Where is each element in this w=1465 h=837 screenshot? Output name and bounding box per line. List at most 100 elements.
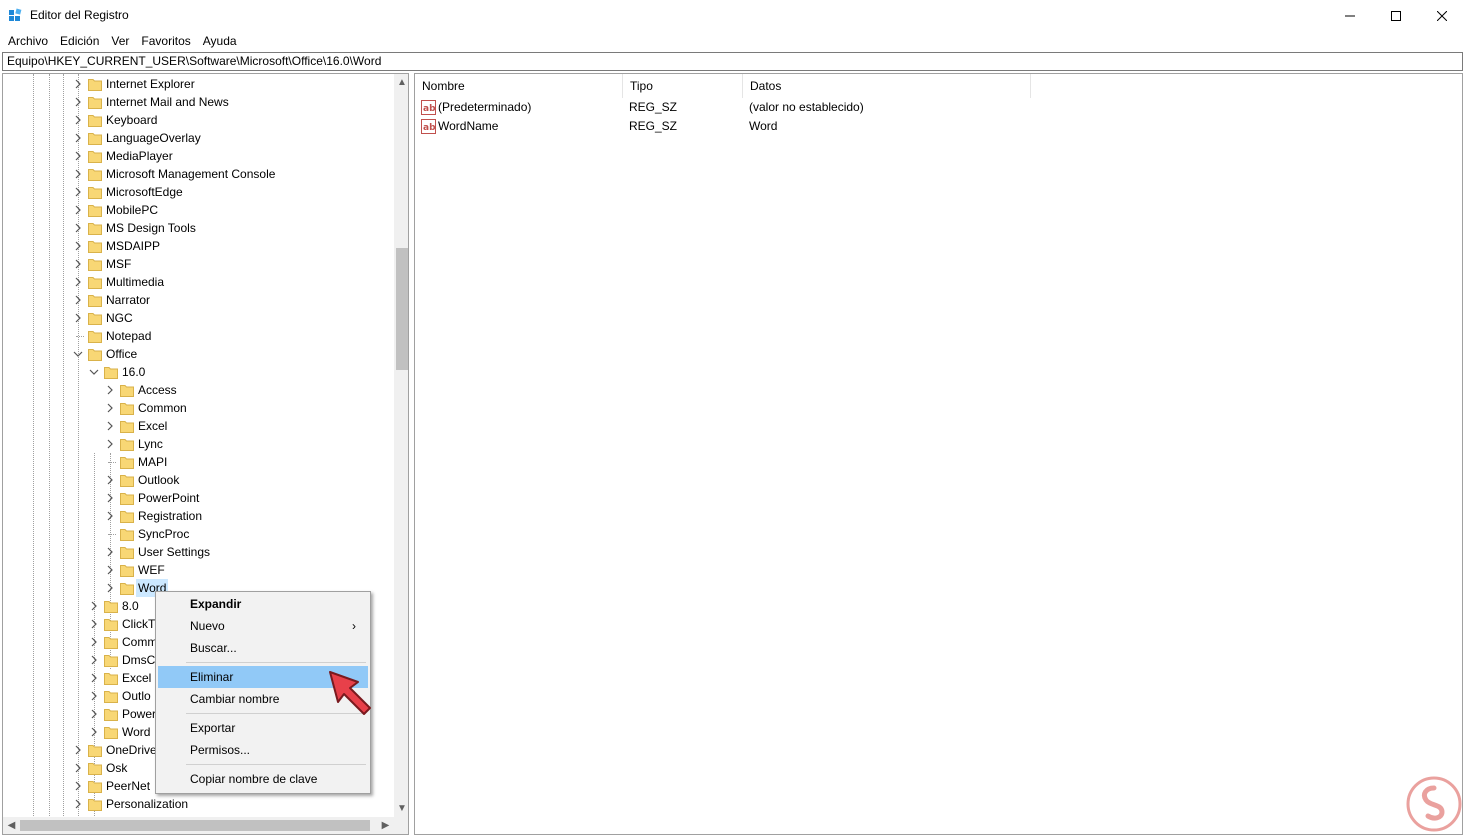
tree-item[interactable]: Internet Explorer: [3, 75, 394, 93]
scroll-right-arrow-icon[interactable]: ▶: [377, 817, 394, 834]
tree-item[interactable]: Lync: [3, 435, 394, 453]
chevron-right-icon[interactable]: [73, 291, 83, 309]
tree-item[interactable]: Keyboard: [3, 111, 394, 129]
menu-favoritos[interactable]: Favoritos: [135, 31, 196, 51]
tree-item[interactable]: Multimedia: [3, 273, 394, 291]
chevron-right-icon[interactable]: [89, 633, 99, 651]
tree-item[interactable]: MobilePC: [3, 201, 394, 219]
scroll-down-arrow-icon[interactable]: ▼: [394, 800, 408, 817]
scroll-up-arrow-icon[interactable]: ▲: [394, 74, 408, 91]
context-item-nuevo[interactable]: Nuevo ›: [158, 615, 368, 637]
value-row[interactable]: ab WordName REG_SZ Word: [415, 117, 1462, 136]
chevron-right-icon[interactable]: [73, 183, 83, 201]
tree-item[interactable]: MS Design Tools: [3, 219, 394, 237]
tree-item[interactable]: Access: [3, 381, 394, 399]
chevron-right-icon[interactable]: [89, 687, 99, 705]
chevron-right-icon[interactable]: [73, 741, 83, 759]
chevron-right-icon[interactable]: [105, 561, 115, 579]
chevron-right-icon[interactable]: [105, 489, 115, 507]
chevron-right-icon[interactable]: [89, 615, 99, 633]
tree-item[interactable]: MSDAIPP: [3, 237, 394, 255]
chevron-right-icon[interactable]: [73, 93, 83, 111]
tree-item[interactable]: Internet Mail and News: [3, 93, 394, 111]
chevron-right-icon[interactable]: [73, 147, 83, 165]
tree-item[interactable]: SyncProc: [3, 525, 394, 543]
tree-horizontal-scroll-thumb[interactable]: [20, 820, 370, 831]
chevron-right-icon[interactable]: [73, 111, 83, 129]
tree-vertical-scrollbar[interactable]: ▲ ▼: [394, 74, 408, 817]
tree-item[interactable]: Outlook: [3, 471, 394, 489]
chevron-right-icon[interactable]: [89, 597, 99, 615]
tree-item[interactable]: Registration: [3, 507, 394, 525]
address-bar[interactable]: Equipo\HKEY_CURRENT_USER\Software\Micros…: [2, 52, 1463, 71]
menu-archivo[interactable]: Archivo: [2, 31, 54, 51]
chevron-right-icon[interactable]: [89, 723, 99, 741]
context-item-buscar[interactable]: Buscar...: [158, 637, 368, 659]
tree-item[interactable]: MicrosoftEdge: [3, 183, 394, 201]
tree-item[interactable]: Common: [3, 399, 394, 417]
close-button[interactable]: [1419, 0, 1465, 31]
tree-item[interactable]: 16.0: [3, 363, 394, 381]
tree-item[interactable]: MSF: [3, 255, 394, 273]
chevron-right-icon[interactable]: [73, 75, 83, 93]
chevron-right-icon[interactable]: [105, 435, 115, 453]
tree-item[interactable]: PowerPoint: [3, 489, 394, 507]
tree-item[interactable]: Office: [3, 345, 394, 363]
minimize-button[interactable]: [1327, 0, 1373, 31]
tree-item[interactable]: Notepad: [3, 327, 394, 345]
tree-horizontal-scrollbar[interactable]: ◀ ▶: [3, 817, 394, 834]
menu-ayuda[interactable]: Ayuda: [197, 31, 243, 51]
values-list[interactable]: Nombre Tipo Datos ab (Predeterminado) RE…: [414, 73, 1463, 835]
chevron-right-icon[interactable]: [105, 381, 115, 399]
chevron-right-icon[interactable]: [73, 777, 83, 795]
chevron-right-icon[interactable]: [105, 507, 115, 525]
maximize-button[interactable]: [1373, 0, 1419, 31]
tree-item-label: Osk: [106, 761, 128, 775]
menu-ver[interactable]: Ver: [105, 31, 135, 51]
chevron-right-icon[interactable]: [73, 201, 83, 219]
column-header-data[interactable]: Datos: [743, 74, 1031, 98]
chevron-right-icon[interactable]: [73, 309, 83, 327]
context-item-expandir[interactable]: Expandir: [158, 593, 368, 615]
chevron-right-icon[interactable]: [105, 399, 115, 417]
context-item-label: Cambiar nombre: [190, 692, 280, 706]
tree-item[interactable]: Narrator: [3, 291, 394, 309]
tree-item[interactable]: MediaPlayer: [3, 147, 394, 165]
chevron-right-icon[interactable]: [105, 471, 115, 489]
column-header-name[interactable]: Nombre: [415, 74, 623, 98]
chevron-right-icon[interactable]: [73, 255, 83, 273]
tree-item[interactable]: WEF: [3, 561, 394, 579]
chevron-right-icon[interactable]: [73, 237, 83, 255]
tree-item[interactable]: Excel: [3, 417, 394, 435]
chevron-right-icon[interactable]: [73, 129, 83, 147]
tree-item[interactable]: MAPI: [3, 453, 394, 471]
tree-vertical-scroll-thumb[interactable]: [396, 248, 408, 370]
folder-icon: [120, 403, 134, 415]
chevron-right-icon[interactable]: [89, 705, 99, 723]
context-item-copiar-nombre-clave[interactable]: Copiar nombre de clave: [158, 768, 368, 790]
tree-item[interactable]: NGC: [3, 309, 394, 327]
chevron-right-icon[interactable]: [105, 579, 115, 597]
chevron-right-icon[interactable]: [89, 651, 99, 669]
chevron-right-icon[interactable]: [73, 273, 83, 291]
menu-edicion[interactable]: Edición: [54, 31, 105, 51]
chevron-right-icon[interactable]: [73, 165, 83, 183]
value-row[interactable]: ab (Predeterminado) REG_SZ (valor no est…: [415, 98, 1462, 117]
chevron-right-icon[interactable]: [73, 795, 83, 813]
chevron-right-icon[interactable]: [89, 669, 99, 687]
column-header-type[interactable]: Tipo: [623, 74, 743, 98]
tree-item[interactable]: User Settings: [3, 543, 394, 561]
chevron-right-icon[interactable]: [105, 543, 115, 561]
tree-item[interactable]: LanguageOverlay: [3, 129, 394, 147]
tree-item[interactable]: Microsoft Management Console: [3, 165, 394, 183]
chevron-right-icon[interactable]: [105, 417, 115, 435]
context-item-permisos[interactable]: Permisos...: [158, 739, 368, 761]
chevron-down-icon[interactable]: [89, 363, 99, 381]
chevron-right-icon[interactable]: [73, 219, 83, 237]
scroll-left-arrow-icon[interactable]: ◀: [3, 817, 20, 834]
folder-icon: [88, 187, 102, 199]
context-item-exportar[interactable]: Exportar: [158, 717, 368, 739]
tree-item[interactable]: Personalization: [3, 795, 394, 813]
chevron-right-icon[interactable]: [73, 759, 83, 777]
chevron-down-icon[interactable]: [73, 345, 83, 363]
